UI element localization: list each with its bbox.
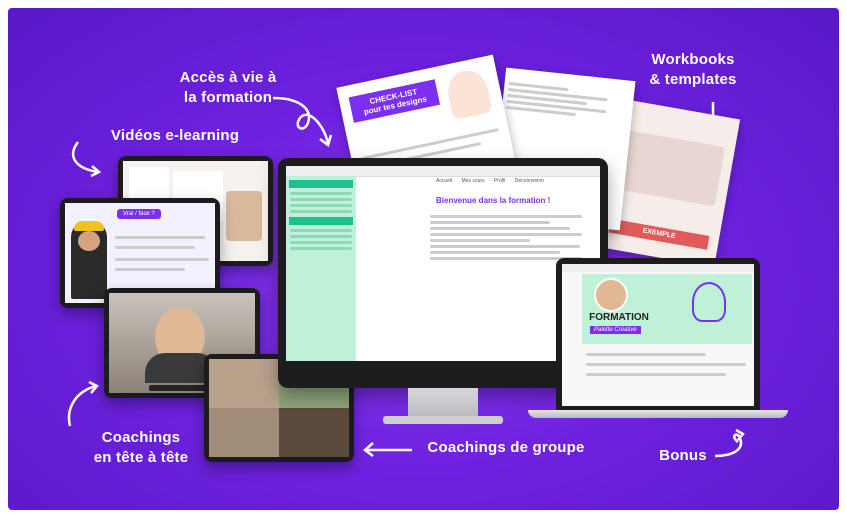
quiz-badge: Vrai / faux ?	[117, 209, 161, 219]
banner-title: FORMATION	[589, 312, 649, 323]
label-coachings-groupe: Coachings de groupe	[427, 439, 585, 456]
nav-tab[interactable]: Profil	[494, 178, 505, 184]
arrow-acces-icon	[272, 96, 333, 148]
banner-avatar	[594, 278, 628, 312]
laptop-bonus: FORMATION Palette Créative	[528, 258, 788, 428]
checklist-title: CHECK-LIST pour tes designs	[348, 79, 441, 123]
nav-tab[interactable]: Déconnexion	[515, 178, 544, 184]
label-workbooks: Workbooks & templates	[649, 51, 737, 88]
label-bonus: Bonus	[659, 447, 707, 464]
instructor-avatar	[226, 191, 262, 241]
quiz-character	[71, 221, 107, 299]
arrow-coachings-tete-icon	[67, 380, 99, 427]
laptop-screen: FORMATION Palette Créative	[562, 264, 754, 406]
nav-tab[interactable]: Mes cours	[462, 178, 485, 184]
label-videos: Vidéos e-learning	[110, 127, 240, 144]
checklist-illustration	[444, 66, 493, 121]
course-sidebar	[286, 176, 356, 361]
lightbulb-icon	[692, 282, 726, 322]
course-title: Bienvenue dans la formation !	[436, 196, 551, 205]
banner-subtitle: Palette Créative	[590, 326, 641, 334]
bonus-banner: FORMATION Palette Créative	[582, 274, 752, 344]
arrow-videos-icon	[72, 141, 102, 178]
arrow-bonus-icon	[714, 428, 745, 458]
arrow-coachings-groupe-icon	[363, 442, 412, 457]
promo-canvas: Accès à vie à la formation Vidéos e-lear…	[8, 8, 839, 510]
course-nav-tabs: Accueil Mes cours Profil Déconnexion	[436, 178, 544, 184]
label-coachings-tete: Coachings en tête à tête	[93, 429, 189, 466]
nav-tab[interactable]: Accueil	[436, 178, 452, 184]
workbook-example-badge: EXEMPLE	[608, 218, 710, 250]
